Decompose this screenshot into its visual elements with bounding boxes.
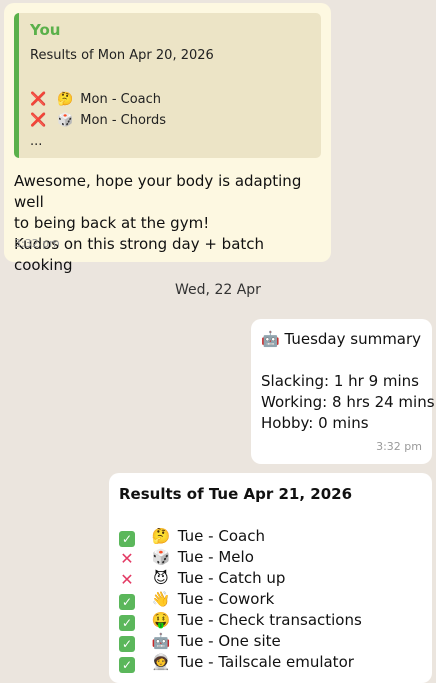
dice-icon: 🎲 [151, 548, 171, 566]
summary-line: Hobby: 0 mins [261, 414, 369, 432]
quote-item: ❌ 🎲 Mon - Chords [30, 113, 166, 128]
summary-title: 🤖 Tuesday summary [261, 330, 421, 348]
summary-line: Slacking: 1 hr 9 mins [261, 372, 419, 390]
message-line: Awesome, hope your body is adapting well [14, 172, 302, 211]
results-item-label: Tue - One site [177, 632, 281, 650]
results-item: ✓ 🤑 Tue - Check transactions [119, 611, 362, 631]
message-line: to being back at the gym! [14, 214, 210, 232]
message-timestamp: 3:32 pm [14, 237, 60, 250]
check-mark-icon: ✓ [119, 594, 135, 610]
robot-icon: 🤖 [261, 330, 280, 348]
results-item-label: Tue - Catch up [177, 569, 286, 587]
quote-author: You [30, 21, 61, 39]
money-face-icon: 🤑 [151, 611, 171, 629]
quote-title: Results of Mon Apr 20, 2026 [30, 48, 214, 63]
cross-mark-icon: ✕ [120, 570, 134, 589]
dice-icon: 🎲 [57, 113, 74, 128]
results-item: ✓ 🤔 Tue - Coach [119, 527, 265, 547]
summary-title-label: Tuesday summary [284, 330, 422, 348]
check-mark-icon: ✓ [119, 615, 135, 631]
results-item: ✓ 🧑‍🚀 Tue - Tailscale emulator [119, 653, 354, 673]
astronaut-icon: 🧑‍🚀 [151, 653, 171, 671]
check-mark-icon: ✓ [119, 531, 135, 547]
results-message-bubble[interactable]: Results of Tue Apr 21, 2026 ✓ 🤔 Tue - Coa… [109, 473, 432, 683]
thinking-face-icon: 🤔 [57, 92, 74, 107]
quoted-message[interactable]: You Results of Mon Apr 20, 2026 ❌ 🤔 Mon … [14, 13, 321, 158]
results-title: Results of Tue Apr 21, 2026 [119, 485, 353, 503]
summary-line: Working: 8 hrs 24 mins [261, 393, 435, 411]
results-item-label: Tue - Melo [177, 548, 254, 566]
message-text: Awesome, hope your body is adapting well… [14, 171, 326, 276]
quote-ellipsis: ... [30, 134, 43, 149]
waving-hand-icon: 👋 [151, 590, 171, 608]
date-separator: Wed, 22 Apr [175, 282, 261, 298]
message-timestamp: 3:32 pm [376, 440, 422, 453]
cross-mark-icon: ✕ [120, 549, 134, 568]
results-item-label: Tue - Tailscale emulator [177, 653, 354, 671]
quote-item-label: Mon - Coach [80, 92, 162, 107]
cross-mark-icon: ❌ [30, 92, 47, 107]
message-line: Kudos on this strong day + batch cooking [14, 235, 265, 274]
results-item-label: Tue - Coach [177, 527, 265, 545]
thinking-face-icon: 🤔 [151, 527, 171, 545]
summary-message-bubble[interactable]: 🤖 Tuesday summary Slacking: 1 hr 9 mins … [251, 319, 435, 464]
robot-icon: 🤖 [151, 632, 171, 650]
cross-mark-icon: ❌ [30, 113, 47, 128]
check-mark-icon: ✓ [119, 636, 135, 652]
results-item-label: Tue - Check transactions [177, 611, 362, 629]
results-item-label: Tue - Cowork [177, 590, 275, 608]
results-item: ✓ 🤖 Tue - One site [119, 632, 281, 652]
results-item: ✓ 👋 Tue - Cowork [119, 590, 274, 610]
results-item: ✕ 🎲 Tue - Melo [119, 548, 254, 567]
quote-item-label: Mon - Chords [80, 113, 167, 128]
results-item: ✕ 😈 Tue - Catch up [119, 569, 285, 588]
imp-face-icon: 😈 [153, 569, 169, 587]
quote-item: ❌ 🤔 Mon - Coach [30, 92, 161, 107]
incoming-message-bubble[interactable]: You Results of Mon Apr 20, 2026 ❌ 🤔 Mon … [4, 3, 331, 274]
